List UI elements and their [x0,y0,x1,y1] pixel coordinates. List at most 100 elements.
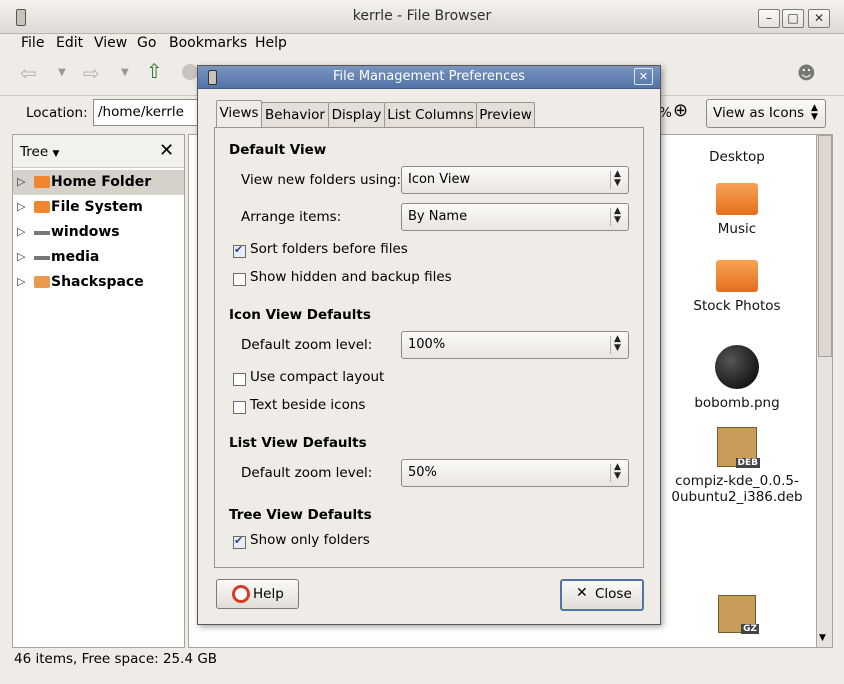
spin-arrows-icon: ▲ ▼ [811,103,818,122]
back-history-icon[interactable]: ▼ [58,67,66,78]
folder-icon [34,201,50,213]
expander-icon[interactable]: ▷ [17,225,25,238]
stop-icon[interactable] [182,64,198,80]
text-beside-icons-label[interactable]: Text beside icons [250,397,365,413]
new-folders-value: Icon View [408,172,471,187]
file-item-bobomb[interactable]: bobomb.png [677,345,797,411]
back-arrow-icon[interactable]: ⇦ [20,61,37,85]
dialog-titlebar[interactable]: File Management Preferences ✕ [198,66,660,89]
spin-arrows-icon: ▲ ▼ [614,169,621,188]
deb-package-icon: DEB [717,427,760,468]
section-default-view: Default View [229,142,327,158]
expander-icon[interactable]: ▷ [17,200,25,213]
forward-arrow-icon[interactable]: ⇨ [83,61,100,85]
expander-icon[interactable]: ▷ [17,175,25,188]
list-zoom-select[interactable]: 50% ▲ ▼ [401,459,629,487]
file-label: Music [717,221,757,237]
menu-help[interactable]: Help [255,35,287,51]
maximize-button[interactable]: □ [782,9,804,28]
tab-views[interactable]: Views [216,100,262,128]
tab-preview[interactable]: Preview [476,102,535,127]
sort-folders-label[interactable]: Sort folders before files [250,241,408,257]
vertical-scrollbar[interactable]: ▼ [816,134,833,648]
dropdown-arrow-icon: ▼ [52,149,60,159]
status-text: 46 items, Free space: 25.4 GB [14,651,218,667]
arrange-items-value: By Name [408,209,468,224]
gnome-foot-icon: ☻ [797,63,816,84]
sort-folders-checkbox[interactable] [233,243,246,258]
close-pane-icon[interactable]: ✕ [159,140,174,161]
minimize-button[interactable]: – [758,9,780,28]
folder-icon [716,260,758,292]
gz-archive-icon: GZ [718,595,759,634]
package-badge: DEB [735,458,760,468]
arrange-items-label: Arrange items: [241,209,342,225]
show-hidden-checkbox[interactable] [233,273,246,286]
zoom-in-icon[interactable]: ⊕ [673,100,688,121]
tree-item-label: Home Folder [51,174,152,190]
file-item-gz-archive[interactable]: GZ [707,595,767,634]
list-zoom-value: 50% [408,465,437,480]
status-bar: 46 items, Free space: 25.4 GB [0,646,844,672]
menu-file[interactable]: File [21,35,44,51]
file-item-music[interactable]: Music [677,183,797,237]
tree-item-shackspace[interactable]: ▷ Shackspace [13,270,184,295]
menu-bookmarks[interactable]: Bookmarks [169,35,247,51]
help-button[interactable]: Help [216,579,299,609]
file-item-desktop[interactable]: Desktop [677,149,797,165]
scrollbar-thumb[interactable] [818,135,832,357]
tree-item-filesystem[interactable]: ▷ File System [13,195,184,220]
new-folders-select[interactable]: Icon View ▲ ▼ [401,166,629,194]
menu-edit[interactable]: Edit [56,35,83,51]
arrange-items-select[interactable]: By Name ▲ ▼ [401,203,629,231]
icon-zoom-select[interactable]: 100% ▲ ▼ [401,331,629,359]
tree-item-home[interactable]: ▷ Home Folder [13,170,184,195]
compact-layout-checkbox[interactable] [233,373,246,386]
tab-behavior[interactable]: Behavior [261,102,329,127]
side-pane-header: Tree ▼ ✕ [13,135,184,168]
text-beside-icons-checkbox[interactable] [233,401,246,414]
home-folder-icon [34,176,50,188]
tree-item-label: File System [51,199,143,215]
new-folders-label: View new folders using: [241,172,402,188]
scroll-down-icon[interactable]: ▼ [819,633,826,643]
window-titlebar[interactable]: kerrle - File Browser – □ ✕ [0,0,844,34]
close-button-label: Close [595,586,632,602]
file-item-stock-photos[interactable]: Stock Photos [677,260,797,314]
up-arrow-icon[interactable]: ⇧ [146,59,163,83]
tree-item-media[interactable]: ▷ media [13,245,184,270]
tab-list-columns[interactable]: List Columns [384,102,477,127]
close-window-button[interactable]: ✕ [808,9,830,28]
view-mode-select[interactable]: View as Icons ▲ ▼ [706,99,826,128]
file-label: Desktop [709,149,765,165]
tab-display[interactable]: Display [328,102,385,127]
only-folders-label[interactable]: Show only folders [250,532,370,548]
bomb-image-icon [715,345,759,389]
menu-go[interactable]: Go [137,35,156,51]
drive-icon [34,231,50,235]
forward-history-icon[interactable]: ▼ [121,67,129,78]
expander-icon[interactable]: ▷ [17,250,25,263]
side-pane-selector-label: Tree [20,144,49,160]
menubar: File Edit View Go Bookmarks Help [0,33,844,55]
spin-arrows-icon: ▲ ▼ [614,206,621,225]
file-item-compiz-deb[interactable]: DEB compiz-kde_0.0.5- 0ubuntu2_i386.deb [667,427,807,505]
close-button[interactable]: ✕ Close [560,579,644,611]
icon-zoom-value: 100% [408,337,446,352]
location-value: /home/kerrle [98,104,184,120]
window-title: kerrle - File Browser [352,8,492,24]
compact-layout-label[interactable]: Use compact layout [250,369,384,385]
only-folders-checkbox[interactable] [233,534,246,549]
view-mode-value: View as Icons [713,105,805,121]
network-folder-icon [34,276,50,288]
show-hidden-label[interactable]: Show hidden and backup files [250,269,452,285]
dialog-close-button[interactable]: ✕ [634,68,653,85]
close-x-icon: ✕ [576,585,588,601]
menu-view[interactable]: View [94,35,127,51]
expander-icon[interactable]: ▷ [17,275,25,288]
tree-item-windows[interactable]: ▷ windows [13,220,184,245]
list-zoom-label: Default zoom level: [241,465,373,481]
location-label: Location: [26,105,88,121]
icon-zoom-label: Default zoom level: [241,337,373,353]
side-pane-selector[interactable]: Tree ▼ [20,144,59,160]
